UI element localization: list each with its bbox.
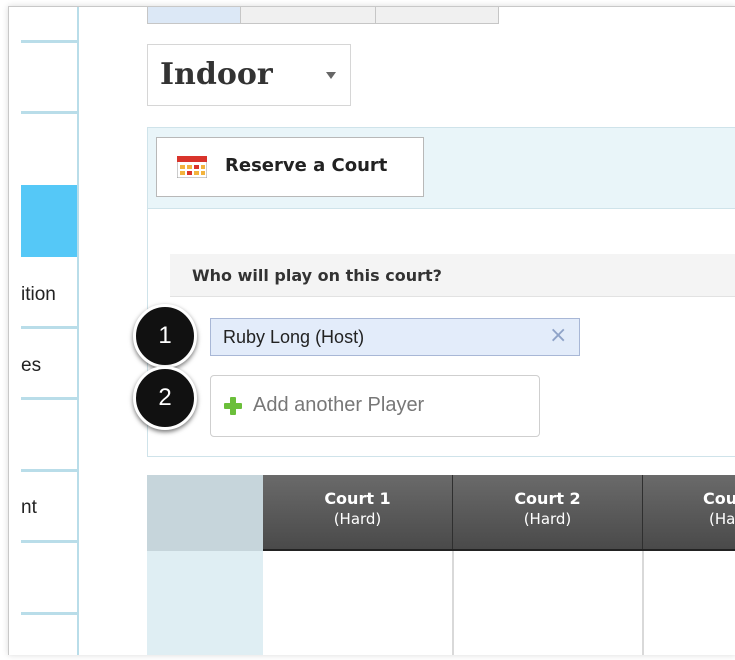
add-player-button[interactable]: Add another Player <box>210 375 540 437</box>
table-header-border <box>263 549 735 551</box>
court-name: Court 1 <box>324 489 391 508</box>
tab-active[interactable] <box>147 7 241 24</box>
court-header: Cou (Ha <box>643 475 735 549</box>
players-section-header: Who will play on this court? <box>170 254 735 297</box>
sidebar-divider <box>21 326 77 329</box>
add-player-label: Add another Player <box>253 394 425 416</box>
sidebar-divider <box>21 540 77 543</box>
step-marker-2: 2 <box>133 366 197 430</box>
venue-select-value: Indoor <box>160 57 273 92</box>
sidebar-item-label[interactable]: ition <box>21 284 56 306</box>
chevron-down-icon <box>326 72 336 79</box>
tab[interactable] <box>375 7 499 24</box>
column-divider <box>642 551 644 655</box>
sidebar-item-active[interactable] <box>21 185 77 257</box>
sidebar: ition es nt <box>9 7 79 655</box>
court-surface: (Ha <box>709 510 735 528</box>
panel-header: Reserve a Court <box>148 128 735 209</box>
sidebar-divider <box>21 397 77 400</box>
player-name: Ruby Long (Host) <box>223 327 365 347</box>
court-header: Court 2 (Hard) <box>453 475 643 549</box>
reservation-panel: Reserve a Court Who will play on this co… <box>147 127 735 457</box>
time-column <box>147 551 263 655</box>
court-name: Court 2 <box>514 489 581 508</box>
court-header: Court 1 (Hard) <box>263 475 453 549</box>
plus-icon <box>224 397 242 415</box>
sidebar-item-label[interactable]: es <box>21 355 41 377</box>
close-icon[interactable]: × <box>549 323 567 348</box>
sidebar-divider <box>21 111 77 114</box>
tab[interactable] <box>240 7 376 24</box>
court-name: Cou <box>703 489 735 508</box>
player-chip: Ruby Long (Host) × <box>210 318 580 356</box>
table-corner <box>147 475 263 551</box>
sidebar-divider <box>21 40 77 43</box>
players-prompt: Who will play on this court? <box>192 266 442 285</box>
courts-table: Court 1 (Hard) Court 2 (Hard) Cou (Ha <box>147 475 735 655</box>
sidebar-divider <box>21 612 77 615</box>
step-marker-1: 1 <box>133 304 197 368</box>
court-surface: (Hard) <box>333 510 382 528</box>
app-frame: ition es nt Indoor Reserve a Court Who w… <box>8 6 735 655</box>
venue-select[interactable]: Indoor <box>147 44 351 106</box>
calendar-icon <box>177 156 207 178</box>
column-divider <box>452 551 454 655</box>
reserve-court-button[interactable]: Reserve a Court <box>156 137 424 197</box>
sidebar-divider <box>21 469 77 472</box>
sidebar-item-label[interactable]: nt <box>21 497 37 519</box>
reserve-court-label: Reserve a Court <box>225 155 388 176</box>
court-surface: (Hard) <box>523 510 572 528</box>
